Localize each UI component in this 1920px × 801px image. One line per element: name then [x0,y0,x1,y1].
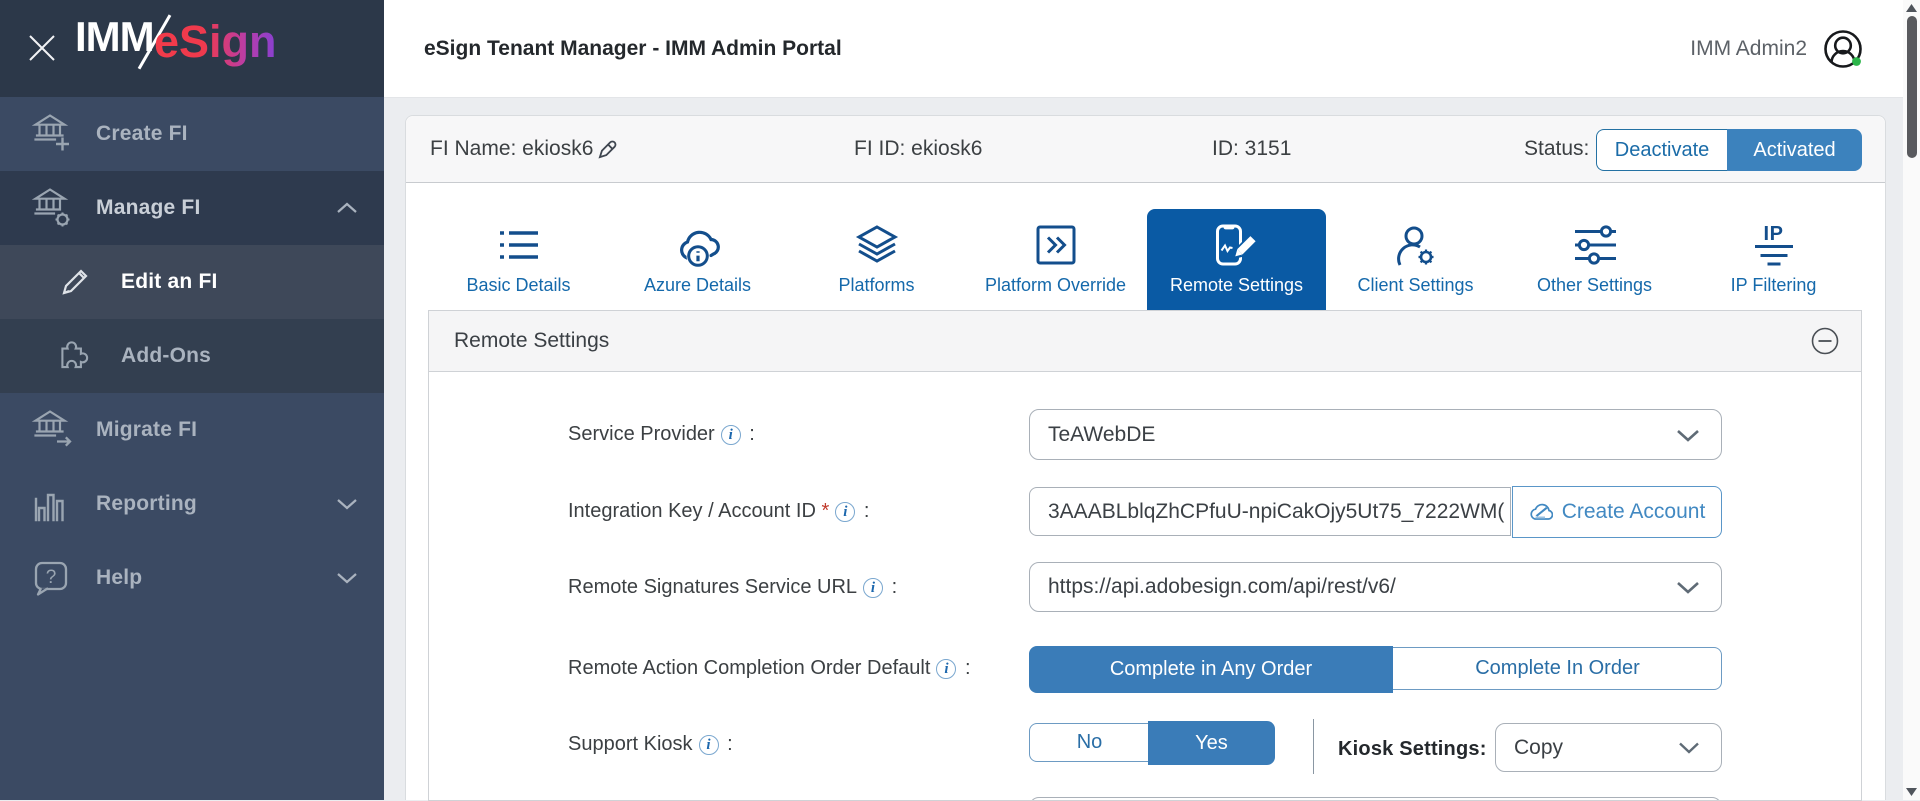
svg-text:?: ? [46,567,57,588]
